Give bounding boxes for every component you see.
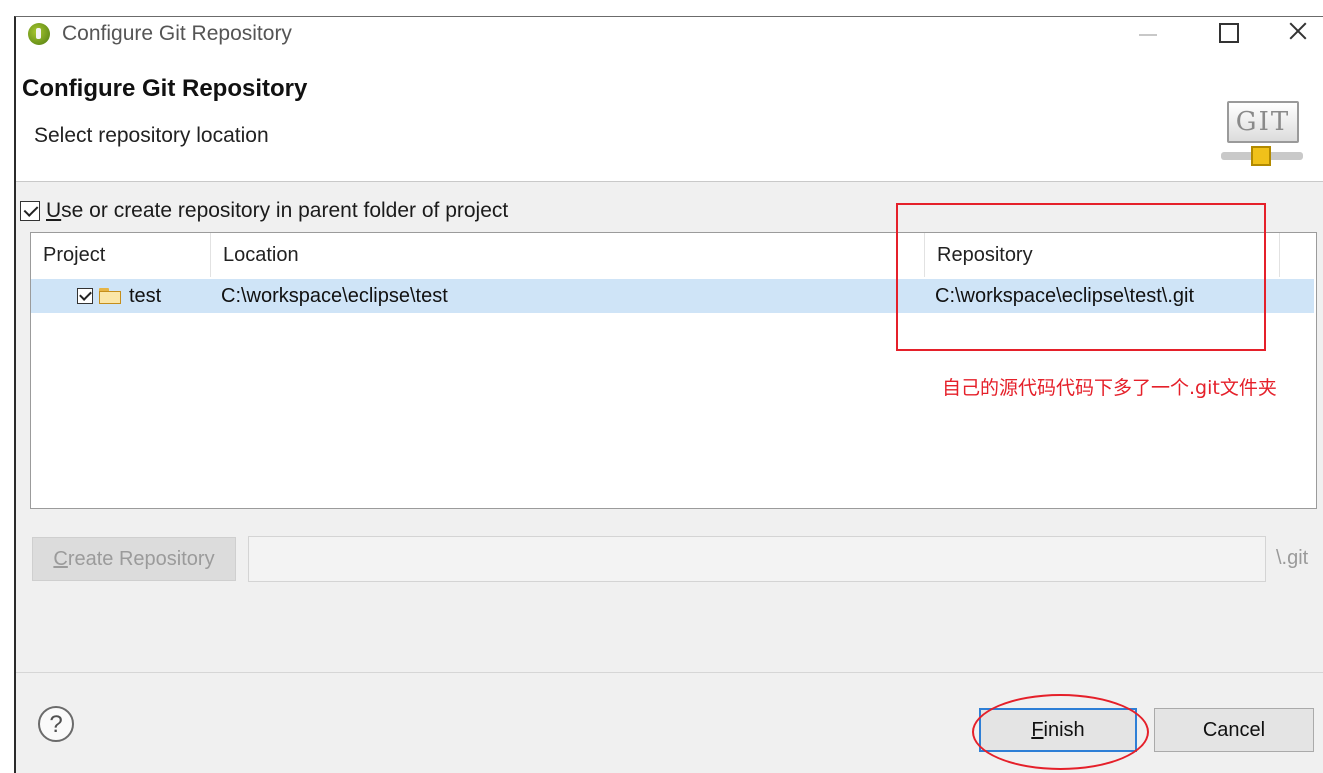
help-icon[interactable]: ? bbox=[38, 706, 74, 742]
parent-folder-label-rest: se or create repository in parent folder… bbox=[61, 199, 509, 222]
parent-folder-checkbox[interactable] bbox=[20, 201, 40, 221]
column-header-project[interactable]: Project bbox=[31, 233, 211, 277]
eclipse-app-icon bbox=[28, 23, 50, 45]
annotation-note: 自己的源代码代码下多了一个.git文件夹 bbox=[942, 377, 1277, 399]
git-logo-icon: GIT bbox=[1221, 97, 1303, 171]
project-cell: test bbox=[77, 279, 161, 313]
folder-icon bbox=[99, 287, 123, 305]
dialog-content: Use or create repository in parent folde… bbox=[16, 182, 1323, 672]
close-window-button[interactable] bbox=[1273, 17, 1323, 51]
page-subtitle: Select repository location bbox=[34, 124, 269, 147]
create-mnemonic: C bbox=[53, 547, 68, 570]
parent-folder-label: Use or create repository in parent folde… bbox=[46, 199, 508, 223]
dialog-footer: ? Finish Cancel bbox=[16, 672, 1323, 773]
title-bar: Configure Git Repository bbox=[16, 17, 1323, 51]
project-name: test bbox=[129, 285, 162, 307]
create-repository-row: Create Repository \.git bbox=[30, 535, 1320, 583]
create-repository-button[interactable]: Create Repository bbox=[32, 537, 236, 581]
git-suffix-label: \.git bbox=[1276, 547, 1309, 569]
repository-path-input[interactable] bbox=[248, 536, 1266, 582]
location-cell: C:\workspace\eclipse\test bbox=[221, 285, 448, 307]
repository-cell: C:\workspace\eclipse\test\.git bbox=[935, 285, 1194, 307]
finish-label-rest: inish bbox=[1043, 718, 1085, 741]
table-header: Project Location Repository bbox=[31, 233, 1316, 277]
dialog-header: Configure Git Repository Select reposito… bbox=[16, 51, 1323, 182]
create-label-rest: reate Repository bbox=[67, 547, 215, 570]
project-repository-table: Project Location Repository test C:\work… bbox=[30, 232, 1317, 509]
parent-folder-option[interactable]: Use or create repository in parent folde… bbox=[20, 198, 508, 224]
column-header-repository[interactable]: Repository bbox=[925, 233, 1280, 277]
table-row[interactable]: test C:\workspace\eclipse\test C:\worksp… bbox=[31, 279, 1314, 313]
column-header-location[interactable]: Location bbox=[211, 233, 925, 277]
maximize-button[interactable] bbox=[1203, 17, 1253, 51]
parent-folder-mnemonic: U bbox=[46, 199, 62, 222]
window-title: Configure Git Repository bbox=[62, 22, 292, 45]
page-title: Configure Git Repository bbox=[22, 75, 308, 102]
finish-mnemonic: F bbox=[1031, 718, 1044, 741]
minimize-button[interactable] bbox=[1123, 17, 1173, 51]
git-logo-text: GIT bbox=[1227, 101, 1299, 143]
project-checkbox[interactable] bbox=[77, 288, 93, 304]
cancel-button[interactable]: Cancel bbox=[1154, 708, 1314, 752]
finish-button[interactable]: Finish bbox=[979, 708, 1137, 752]
git-logo-valve bbox=[1251, 146, 1271, 166]
